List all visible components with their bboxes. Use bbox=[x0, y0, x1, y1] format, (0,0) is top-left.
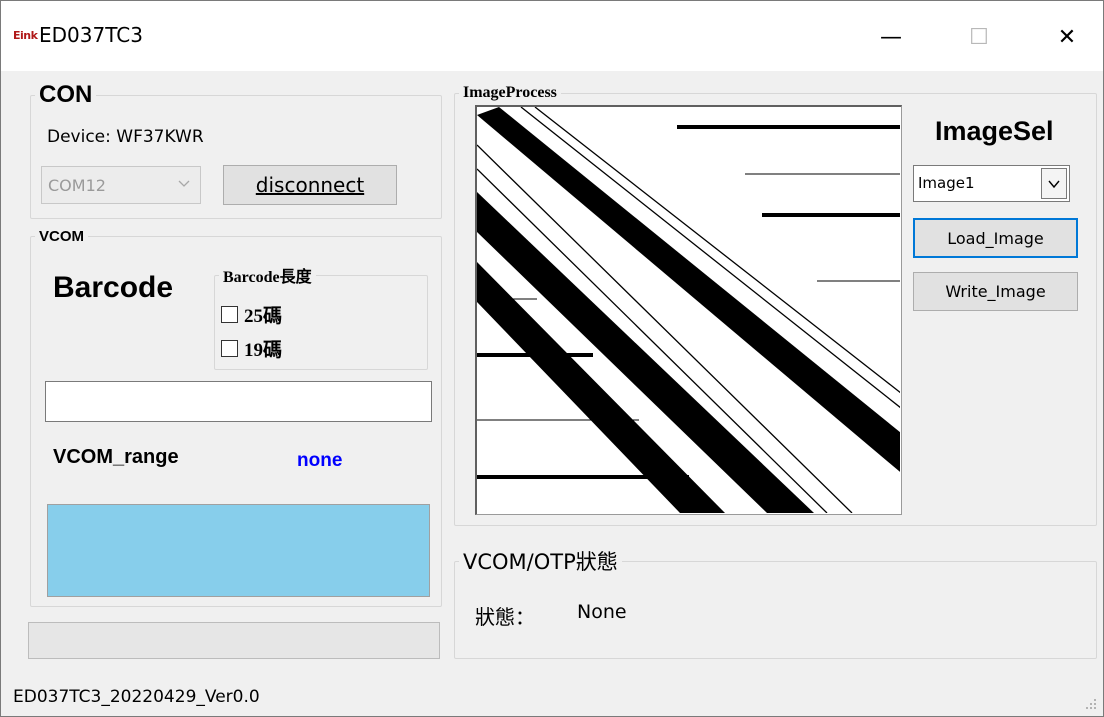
close-button[interactable]: ✕ bbox=[1045, 17, 1089, 57]
load-image-label: Load_Image bbox=[947, 228, 1044, 248]
option-25-label: 25碼 bbox=[244, 306, 283, 327]
disconnect-button[interactable]: disconnect bbox=[223, 165, 397, 205]
image-preview bbox=[475, 105, 902, 515]
option-25-checkbox[interactable] bbox=[221, 306, 238, 323]
title-bar[interactable]: Eink ED037TC3 — ☐ ✕ bbox=[1, 1, 1103, 71]
imagesel-label: ImageSel bbox=[935, 116, 1054, 146]
write-image-button[interactable]: Write_Image bbox=[913, 272, 1078, 311]
barcode-title: Barcode bbox=[53, 271, 174, 304]
status-label: 狀態： bbox=[475, 605, 535, 629]
option-19-row[interactable]: 19碼 bbox=[221, 335, 282, 362]
load-image-button[interactable]: Load_Image bbox=[913, 218, 1078, 258]
status-value: None bbox=[577, 601, 627, 623]
progress-bar bbox=[28, 622, 440, 659]
version-label: ED037TC3_20220429_Ver0.0 bbox=[13, 687, 260, 707]
con-group-label: CON bbox=[39, 81, 93, 108]
image-select[interactable]: Image1 bbox=[913, 165, 1070, 202]
write-image-label: Write_Image bbox=[945, 282, 1046, 301]
disconnect-button-label: disconnect bbox=[255, 173, 365, 197]
otp-status-label: VCOM/OTP狀態 bbox=[463, 550, 618, 574]
image-select-dropdown-button[interactable] bbox=[1041, 168, 1067, 199]
window-title: ED037TC3 bbox=[39, 23, 143, 47]
app-window: Eink ED037TC3 — ☐ ✕ CON Device: WF37KWR … bbox=[0, 0, 1104, 717]
option-19-label: 19碼 bbox=[244, 340, 283, 361]
maximize-button[interactable]: ☐ bbox=[957, 17, 1001, 57]
vcom-group-label: VCOM bbox=[39, 228, 84, 245]
vcom-range-value: none bbox=[297, 450, 343, 471]
chevron-down-icon bbox=[178, 180, 190, 187]
resize-grip-icon[interactable] bbox=[1085, 698, 1097, 710]
device-label: Device: WF37KWR bbox=[47, 127, 204, 147]
barcode-input[interactable] bbox=[45, 381, 432, 422]
com-port-value: COM12 bbox=[48, 176, 106, 195]
vcom-range-label: VCOM_range bbox=[53, 446, 179, 468]
vcom-result-box bbox=[47, 504, 430, 597]
app-logo: Eink bbox=[13, 29, 38, 42]
image-process-label: ImageProcess bbox=[463, 84, 557, 101]
com-port-select[interactable]: COM12 bbox=[41, 166, 201, 204]
option-19-checkbox[interactable] bbox=[221, 340, 238, 357]
otp-status-group: VCOM/OTP狀態 bbox=[454, 546, 1097, 659]
option-25-row[interactable]: 25碼 bbox=[221, 301, 282, 328]
chevron-down-icon bbox=[1048, 180, 1060, 188]
test-pattern-image bbox=[477, 107, 901, 514]
minimize-button[interactable]: — bbox=[869, 17, 913, 57]
barcode-length-label: Barcode長度 bbox=[223, 269, 312, 286]
image-select-value: Image1 bbox=[918, 174, 975, 192]
